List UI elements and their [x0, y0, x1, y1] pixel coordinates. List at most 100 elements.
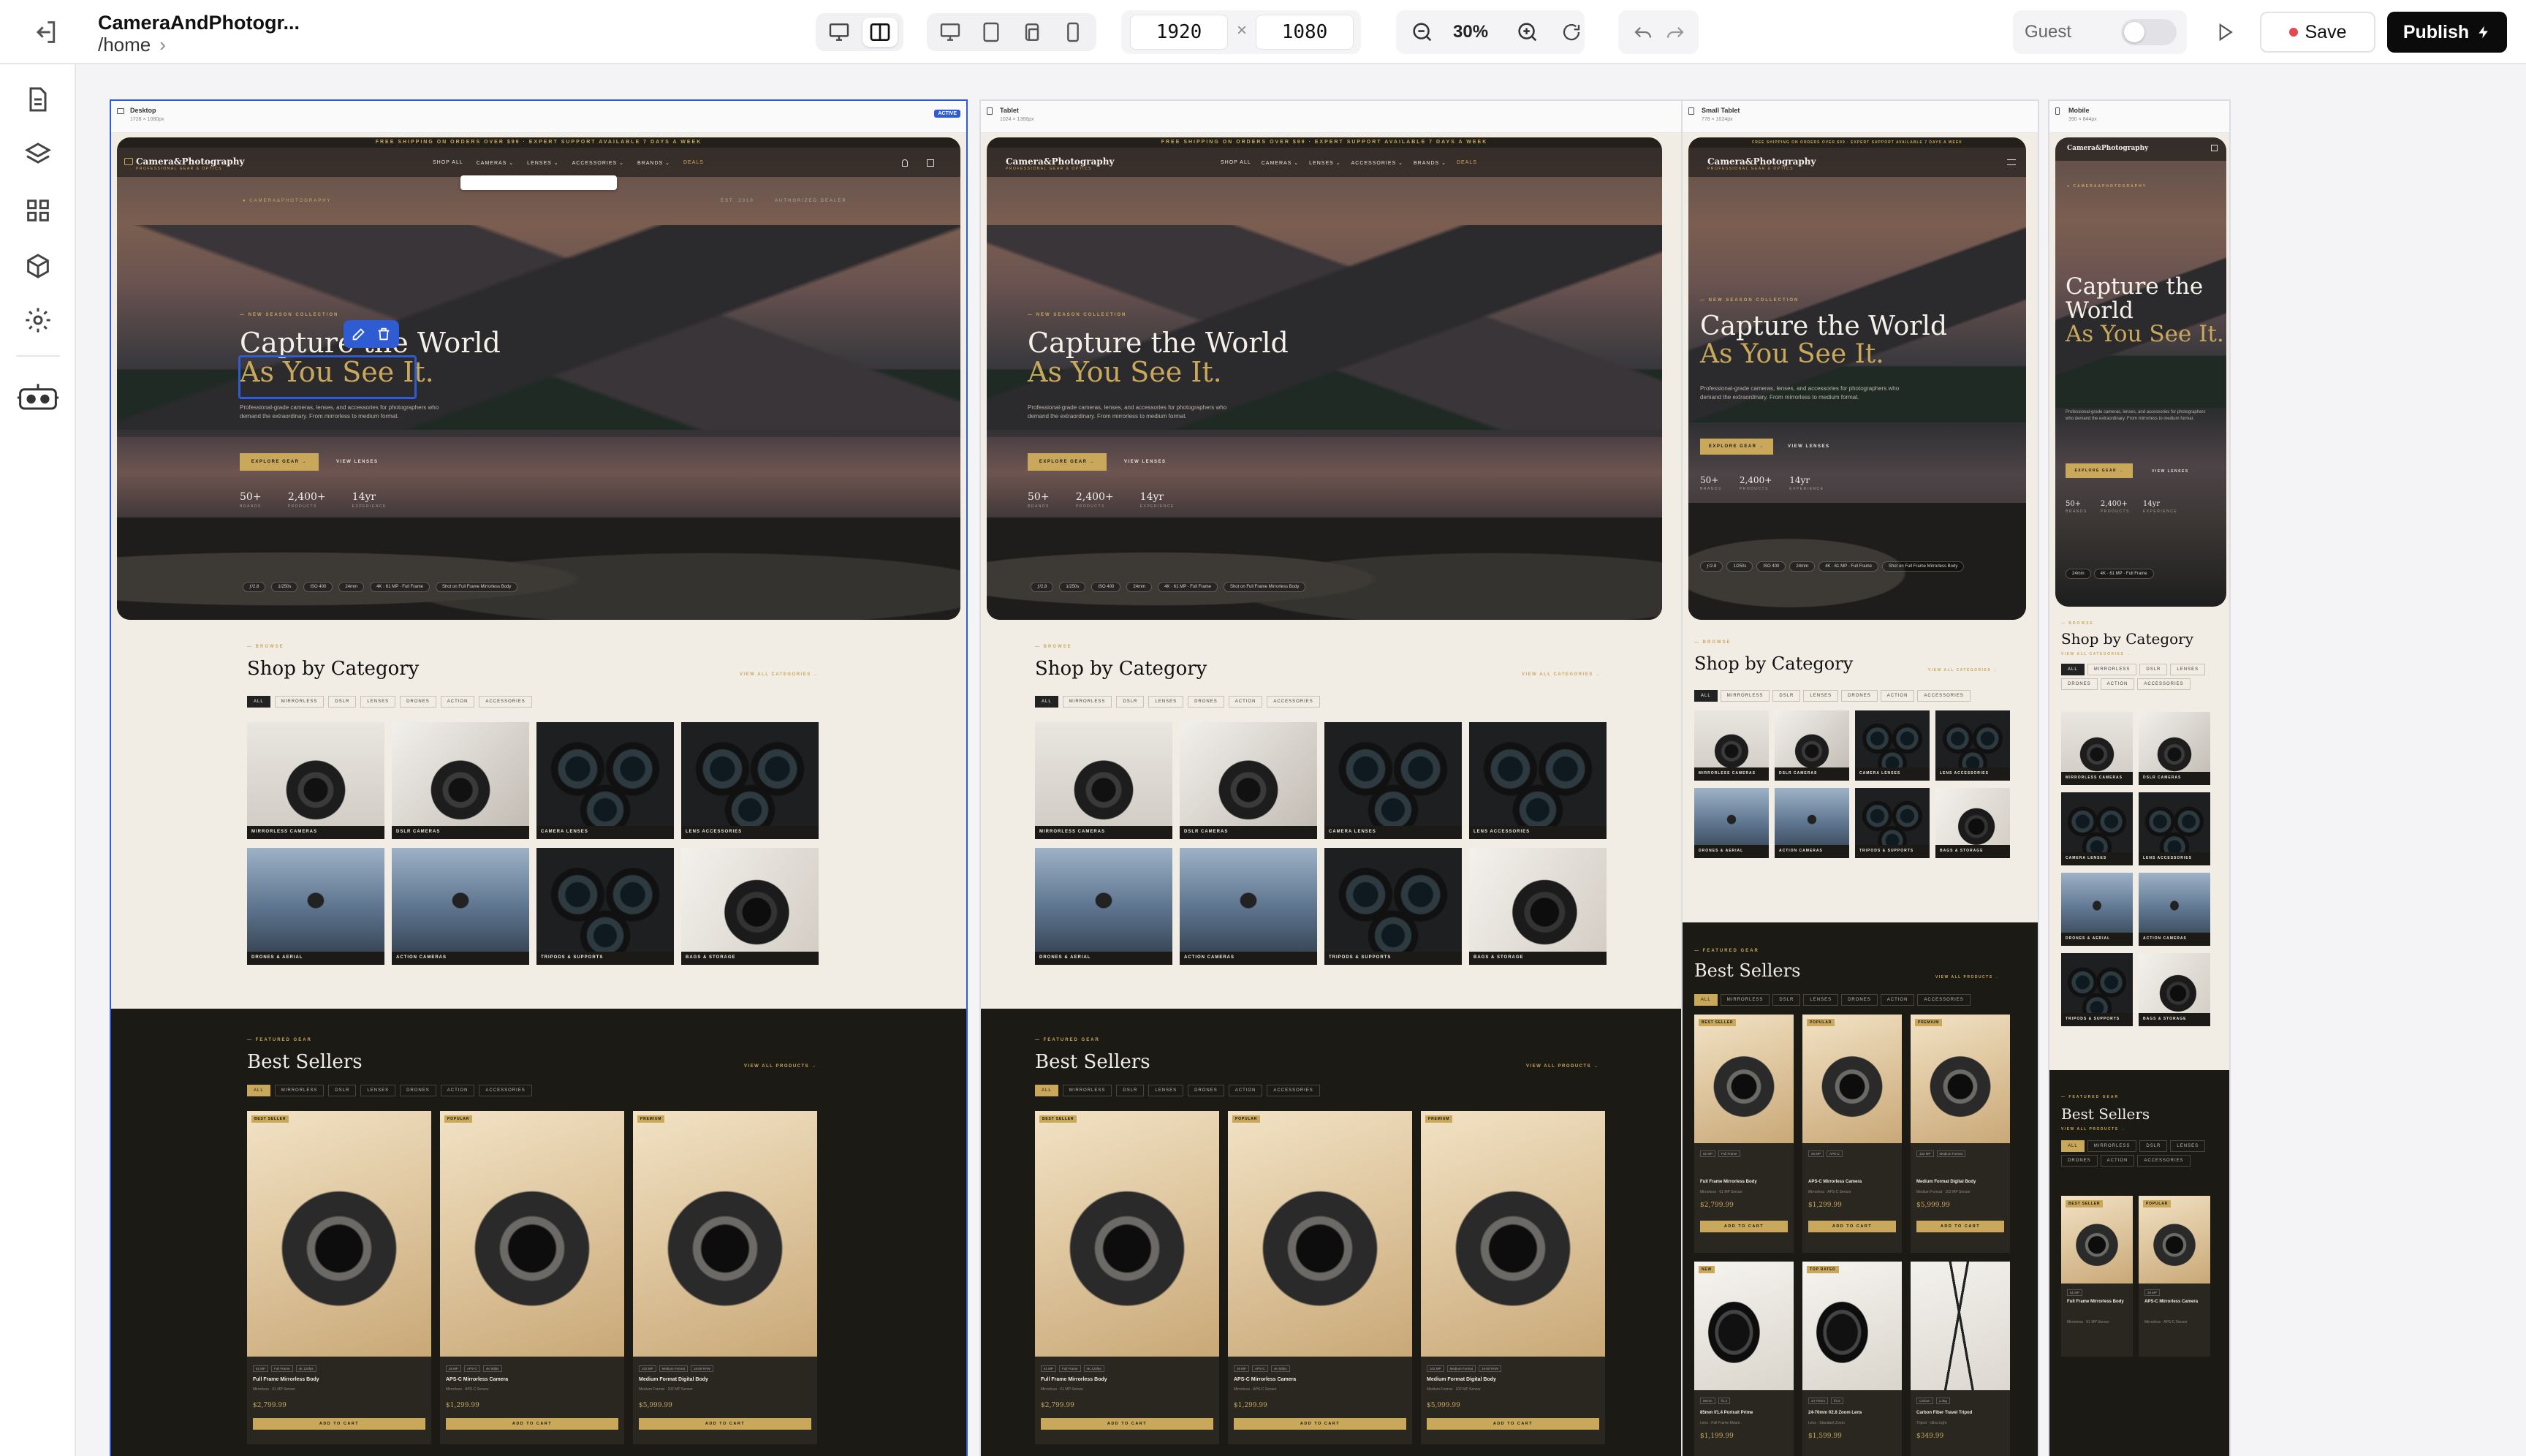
components-grid-icon[interactable]	[23, 196, 53, 225]
layers-icon[interactable]	[23, 140, 53, 170]
add-to-cart-button[interactable]: ADD TO CART	[446, 1418, 618, 1430]
route-breadcrumb[interactable]: /home ›	[98, 34, 166, 56]
explore-gear-button[interactable]: EXPLORE GEAR →	[240, 453, 319, 471]
hero-section[interactable]: FREE SHIPPING ON ORDERS OVER $99 · EXPER…	[987, 137, 1662, 620]
category-tile[interactable]: LENS ACCESSORIES	[1935, 710, 2010, 781]
height-input[interactable]	[1256, 15, 1354, 50]
category-tile[interactable]: MIRRORLESS CAMERAS	[247, 722, 384, 839]
filter-chip[interactable]: ALL	[2061, 1140, 2085, 1152]
product-card[interactable]: TOP RATED 24-70mm f/2.8 24-70mm f/2.8 Zoo…	[1802, 1262, 1902, 1456]
category-tile[interactable]: DSLR CAMERAS	[392, 722, 529, 839]
nav-link[interactable]: SHOP ALL	[1221, 160, 1251, 166]
hero-section[interactable]: FREE SHIPPING ON ORDERS OVER $99 · EXPER…	[1688, 137, 2026, 620]
category-tile[interactable]: DRONES & AERIAL	[1694, 788, 1769, 858]
category-tile[interactable]: DRONES & AERIAL	[247, 848, 384, 965]
exit-icon[interactable]	[31, 18, 60, 47]
filter-chip[interactable]: DRONES	[1188, 1085, 1224, 1096]
category-tile[interactable]: TRIPODS & SUPPORTS	[536, 848, 674, 965]
category-tile[interactable]: ACTION CAMERAS	[392, 848, 529, 965]
filter-chip[interactable]: LENSES	[2170, 664, 2206, 675]
product-card[interactable]: POPULAR 26 MP APS-C 4K 60fps APS-C Mirrorl…	[440, 1111, 624, 1444]
category-tile[interactable]: DRONES & AERIAL	[2061, 873, 2133, 946]
explore-gear-button[interactable]: EXPLORE GEAR →	[2066, 463, 2133, 478]
category-tile[interactable]: CAMERA LENSES	[536, 722, 674, 839]
filter-chip[interactable]: LENSES	[2170, 1140, 2206, 1152]
nav-link[interactable]: ACCESSORIES ⌄	[572, 160, 624, 166]
category-tile[interactable]: CAMERA LENSES	[2061, 792, 2133, 865]
hero-headline[interactable]: Capture the World As You See It.	[2066, 275, 2226, 346]
filter-chip[interactable]: DSLR	[2139, 664, 2168, 675]
site-logo[interactable]: Camera&Photography	[2067, 145, 2148, 152]
design-canvas[interactable]: Desktop 1728 × 1080px ACTIVE FREE SHIPPI…	[76, 64, 2526, 1456]
filter-chip[interactable]: LENSES	[360, 1085, 396, 1096]
site-logo[interactable]: Camera&Photography	[136, 156, 244, 167]
filter-chip[interactable]: ACTION	[440, 1085, 475, 1096]
view-lenses-button[interactable]: VIEW LENSES	[1124, 460, 1167, 464]
filter-chip[interactable]: ACCESSORIES	[1917, 994, 1971, 1006]
filter-chip[interactable]: ACCESSORIES	[1267, 696, 1320, 708]
product-card[interactable]: BEST SELLER 61 MP Full Frame Mirrorless …	[2061, 1196, 2133, 1357]
filter-chip[interactable]: ACTION	[1880, 994, 1915, 1006]
product-card[interactable]: POPULAR 26 MP APS-C 4K 60fps APS-C Mirrorl…	[1228, 1111, 1412, 1444]
add-to-cart-button[interactable]: ADD TO CART	[1234, 1418, 1406, 1430]
filter-chip[interactable]: ACCESSORIES	[479, 696, 532, 708]
filter-chip[interactable]: DRONES	[400, 1085, 436, 1096]
filter-chip[interactable]: ACCESSORIES	[1917, 690, 1971, 702]
filter-chip[interactable]: ACTION	[440, 696, 475, 708]
edit-pencil-icon[interactable]	[351, 326, 367, 342]
category-tile[interactable]: BAGS & STORAGE	[681, 848, 819, 965]
filter-chip[interactable]: MIRRORLESS	[1062, 696, 1112, 708]
filter-chip[interactable]: ACCESSORIES	[2137, 678, 2191, 690]
filter-chip[interactable]: DRONES	[2061, 1155, 2098, 1167]
filter-chip[interactable]: ACTION	[1228, 696, 1263, 708]
save-button[interactable]: Save	[2260, 12, 2375, 53]
filter-chip[interactable]: MIRRORLESS	[274, 1085, 325, 1096]
category-tile[interactable]: CAMERA LENSES	[1324, 722, 1462, 839]
filter-chip[interactable]: MIRRORLESS	[1720, 690, 1770, 702]
view-all-products-link[interactable]: VIEW ALL PRODUCTS →	[1935, 975, 2000, 979]
filter-chip[interactable]: MIRRORLESS	[274, 696, 325, 708]
explore-gear-button[interactable]: EXPLORE GEAR →	[1700, 439, 1773, 455]
category-tile[interactable]: LENS ACCESSORIES	[681, 722, 819, 839]
hamburger-menu-icon[interactable]	[2007, 159, 2016, 165]
product-card[interactable]: BEST SELLER 61 MP Full Frame Full Frame M…	[1694, 1015, 1794, 1253]
settings-gear-icon[interactable]	[23, 306, 53, 335]
filter-chip[interactable]: DSLR	[2139, 1140, 2168, 1152]
redo-button[interactable]	[1661, 18, 1690, 47]
hero-section[interactable]: Camera&Photography ● CAMERA&PHOTOGRAPHY …	[2055, 137, 2226, 607]
category-tile[interactable]: ACTION CAMERAS	[1180, 848, 1317, 965]
category-tile[interactable]: DSLR CAMERAS	[1775, 710, 1849, 781]
category-tile[interactable]: BAGS & STORAGE	[2139, 953, 2210, 1026]
view-all-products-link[interactable]: VIEW ALL PRODUCTS →	[744, 1064, 817, 1069]
category-tile[interactable]: CAMERA LENSES	[1855, 710, 1930, 781]
nav-link[interactable]: LENSES ⌄	[1309, 160, 1340, 166]
view-all-categories-link[interactable]: VIEW ALL CATEGORIES →	[2061, 652, 2131, 656]
category-tile[interactable]: TRIPODS & SUPPORTS	[2061, 953, 2133, 1026]
zoom-out-button[interactable]	[1406, 18, 1438, 47]
product-card[interactable]: Carbon 1.4kg Carbon Fiber Travel Tripod T…	[1911, 1262, 2010, 1456]
filter-chip[interactable]: LENSES	[1803, 690, 1839, 702]
category-tile[interactable]: MIRRORLESS CAMERAS	[1694, 710, 1769, 781]
preview-button[interactable]	[2209, 16, 2241, 48]
filter-chip[interactable]: LENSES	[1148, 1085, 1184, 1096]
product-card[interactable]: PREMIUM 102 MP Medium Format 16-bit RAW Me…	[1421, 1111, 1605, 1444]
add-to-cart-button[interactable]: ADD TO CART	[253, 1418, 425, 1430]
filter-chip[interactable]: DRONES	[2061, 678, 2098, 690]
site-logo[interactable]: Camera&Photography	[1006, 156, 1114, 167]
filter-chip[interactable]: ALL	[1035, 1085, 1058, 1096]
view-lenses-button[interactable]: VIEW LENSES	[2152, 469, 2189, 474]
user-icon[interactable]	[902, 159, 908, 167]
cube-icon[interactable]	[23, 251, 53, 281]
small-tablet-frame[interactable]: Small Tablet 778 × 1024px FREE SHIPPING …	[1681, 99, 2039, 1456]
pages-icon[interactable]	[23, 85, 53, 114]
publish-button[interactable]: Publish	[2387, 12, 2507, 53]
filter-chip[interactable]: DSLR	[328, 1085, 357, 1096]
nav-link[interactable]: CAMERAS ⌄	[477, 160, 514, 166]
filter-chip[interactable]: LENSES	[1148, 696, 1184, 708]
split-view-button[interactable]	[862, 18, 898, 47]
filter-chip[interactable]: ALL	[2061, 664, 2085, 675]
tablet-frame[interactable]: Tablet 1024 × 1366px FREE SHIPPING ON OR…	[979, 99, 1742, 1456]
view-all-products-link[interactable]: VIEW ALL PRODUCTS →	[1526, 1064, 1599, 1069]
filter-chip[interactable]: ACCESSORIES	[479, 1085, 532, 1096]
mobile-device-button[interactable]	[1055, 18, 1091, 47]
